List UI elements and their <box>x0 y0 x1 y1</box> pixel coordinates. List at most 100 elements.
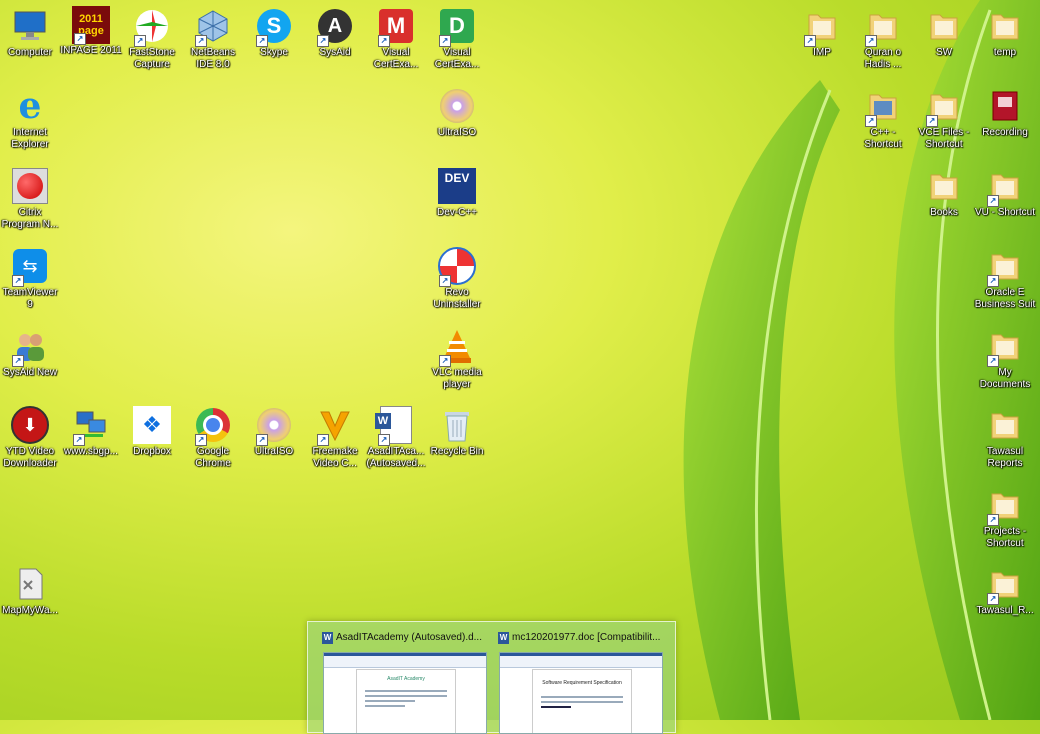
icon-label: UltraISO <box>437 127 477 138</box>
icon-label: SW <box>935 47 953 58</box>
desktop-icon-folder-my-documents[interactable]: ↗ My Documents <box>973 322 1037 400</box>
icon-label: Internet Explorer <box>11 127 49 150</box>
text-line <box>541 706 571 708</box>
icon-label: YTD Video Downloader <box>3 446 57 469</box>
desktop-icon-dev-cpp[interactable]: DEV Dev-C++ <box>425 162 489 240</box>
icon-label: Oracle E Business Suit <box>974 287 1036 310</box>
desktop-icon-citrix[interactable]: Citrix Program N... <box>0 162 62 240</box>
thumbnail-title: AsadITAcademy (Autosaved).d... <box>336 632 482 643</box>
shortcut-arrow-icon: ↗ <box>317 434 329 446</box>
desktop-icon-recycle-bin[interactable]: Recycle Bin <box>425 401 489 479</box>
desktop-icon-folder-oracle[interactable]: ↗ Oracle E Business Suit <box>973 242 1037 320</box>
icon-label: AsadITAca... (Autosaved... <box>366 446 426 469</box>
folder-icon: ↗ <box>863 6 903 47</box>
desktop-icon-folder-vu[interactable]: ↗ VU - Shortcut <box>973 162 1037 240</box>
desktop-icon-folder-sw[interactable]: SW <box>912 2 976 80</box>
taskbar-thumbnail-preview: W AsadITAcademy (Autosaved).d... AsadIT … <box>307 621 676 734</box>
icon-label: INPAGE 2011 <box>60 45 122 56</box>
users-icon: ↗ <box>10 326 50 367</box>
icon-label: Citrix Program N... <box>1 207 59 230</box>
folder-icon: ↗ <box>985 246 1025 287</box>
desktop-icon-folder-cpp-shortcut[interactable]: ↗ C++ - Shortcut <box>851 82 915 160</box>
visual-certexam-manager-icon: M ↗ <box>376 6 416 47</box>
desktop-icon-sysaid[interactable]: A ↗ SysAid <box>303 2 367 80</box>
text-line <box>365 705 405 707</box>
word-document-icon: W ↗ <box>375 405 416 446</box>
icon-label: Computer <box>8 47 52 58</box>
desktop-icon-teamviewer[interactable]: ⇆ ↗ TeamViewer 9 <box>0 242 62 320</box>
icon-label: Projects - Shortcut <box>983 526 1027 549</box>
shortcut-arrow-icon: ↗ <box>195 35 207 47</box>
text-line <box>365 690 447 692</box>
faststone-capture-icon: ↗ <box>132 6 172 47</box>
desktop-icon-folder-quran[interactable]: ↗ Quran o Hadis ... <box>851 2 915 80</box>
desktop-icon-revo[interactable]: ↗ Revo Uninstaller <box>425 242 489 320</box>
desktop-icon-dropbox[interactable]: ❖ Dropbox <box>120 401 184 479</box>
desktop-icon-freemake[interactable]: ↗ Freemake Video C... <box>303 401 367 479</box>
dev-cpp-text: DEV <box>438 168 476 204</box>
recording-icon <box>985 86 1025 126</box>
desktop-icon-folder-tawasul-reports[interactable]: Tawasul Reports <box>973 401 1037 479</box>
revo-uninstaller-icon: ↗ <box>437 246 477 287</box>
desktop-icon-folder-imp[interactable]: ↗ IMP <box>790 2 854 80</box>
desktop-icon-skype[interactable]: S ↗ Skype <box>242 2 306 80</box>
shortcut-arrow-icon: ↗ <box>987 275 999 287</box>
icon-label: IMP <box>813 47 831 58</box>
word-w-letter: W <box>375 413 391 429</box>
desktop-icon-sysaid-new[interactable]: ↗ SysAid New <box>0 322 62 400</box>
desktop-icon-asad-doc[interactable]: W ↗ AsadITAca... (Autosaved... <box>364 401 428 479</box>
thumbnail-asad-doc[interactable]: W AsadITAcademy (Autosaved).d... AsadIT … <box>322 622 494 734</box>
desktop-icon-folder-vce[interactable]: ↗ VCE Files - Shortcut <box>912 82 976 160</box>
thumbnail-mc-doc[interactable]: W mc120201977.doc [Compatibilit... Softw… <box>498 622 670 734</box>
mapmyway-icon <box>10 564 50 604</box>
recycle-bin-icon <box>437 405 477 445</box>
desktop-icon-ytd[interactable]: ⬇ YTD Video Downloader <box>0 401 62 479</box>
icon-label: Google Chrome <box>195 446 231 469</box>
shortcut-arrow-icon: ↗ <box>987 355 999 367</box>
desktop-icon-folder-books[interactable]: Books <box>912 162 976 240</box>
desktop-icon-internet-explorer[interactable]: e Internet Explorer <box>0 82 62 160</box>
shortcut-arrow-icon: ↗ <box>12 355 24 367</box>
shortcut-arrow-icon: ↗ <box>987 593 999 605</box>
shortcut-arrow-icon: ↗ <box>256 434 268 446</box>
visual-certexam-designer-icon: D ↗ <box>437 6 477 47</box>
freemake-icon: ↗ <box>315 405 355 446</box>
shortcut-arrow-icon: ↗ <box>195 434 207 446</box>
desktop-icon-inpage[interactable]: 2011 page ↗ INPAGE 2011 <box>59 2 123 80</box>
icon-label: Dev-C++ <box>436 207 477 218</box>
document-page: AsadIT Academy <box>356 669 456 733</box>
desktop-icon-ultraiso-2[interactable]: ↗ UltraISO <box>242 401 306 479</box>
desktop-icon-visual-certexam-2[interactable]: D ↗ Visual CertExa... <box>425 2 489 80</box>
desktop-icon-faststone[interactable]: ↗ FastStone Capture <box>120 2 184 80</box>
desktop-icon-netbeans[interactable]: ↗ NetBeans IDE 8.0 <box>181 2 245 80</box>
thumbnail-window: AsadIT Academy <box>323 652 487 734</box>
desktop-icon-mapmyway[interactable]: MapMyWa... <box>0 560 62 638</box>
word-icon: W <box>498 632 509 644</box>
folder-icon: ↗ <box>985 326 1025 367</box>
desktop-icon-folder-tawasul-r[interactable]: ↗ Tawasul_R... <box>973 560 1037 638</box>
folder-icon <box>924 166 964 206</box>
dev-cpp-icon: DEV <box>437 166 477 206</box>
thumbnail-title: mc120201977.doc [Compatibilit... <box>512 632 661 643</box>
desktop-icon-sbgp[interactable]: ↗ www.sbgp... <box>59 401 123 479</box>
desktop-icon-recording[interactable]: Recording <box>973 82 1037 160</box>
desktop-icon-visual-certexam-1[interactable]: M ↗ Visual CertExa... <box>364 2 428 80</box>
sysaid-icon: A ↗ <box>315 6 355 47</box>
folder-icon: ↗ <box>985 166 1025 207</box>
desktop-icon-folder-temp[interactable]: temp <box>973 2 1037 80</box>
shortcut-arrow-icon: ↗ <box>865 35 877 47</box>
folder-icon <box>985 6 1025 46</box>
shortcut-arrow-icon: ↗ <box>865 115 877 127</box>
vlc-icon: ↗ <box>437 326 477 367</box>
shortcut-arrow-icon: ↗ <box>987 514 999 526</box>
computer-icon <box>10 6 50 46</box>
desktop-icon-ultraiso-1[interactable]: UltraISO <box>425 82 489 160</box>
desktop-icon-chrome[interactable]: ↗ Google Chrome <box>181 401 245 479</box>
desktop-icon-vlc[interactable]: ↗ VLC media player <box>425 322 489 400</box>
desktop-icon-folder-projects[interactable]: ↗ Projects - Shortcut <box>973 481 1037 559</box>
icon-label: C++ - Shortcut <box>864 127 902 150</box>
icon-label: Visual CertExa... <box>434 47 480 70</box>
icon-label: Quran o Hadis ... <box>864 47 902 70</box>
shortcut-arrow-icon: ↗ <box>317 35 329 47</box>
desktop-icon-computer[interactable]: Computer <box>0 2 62 80</box>
